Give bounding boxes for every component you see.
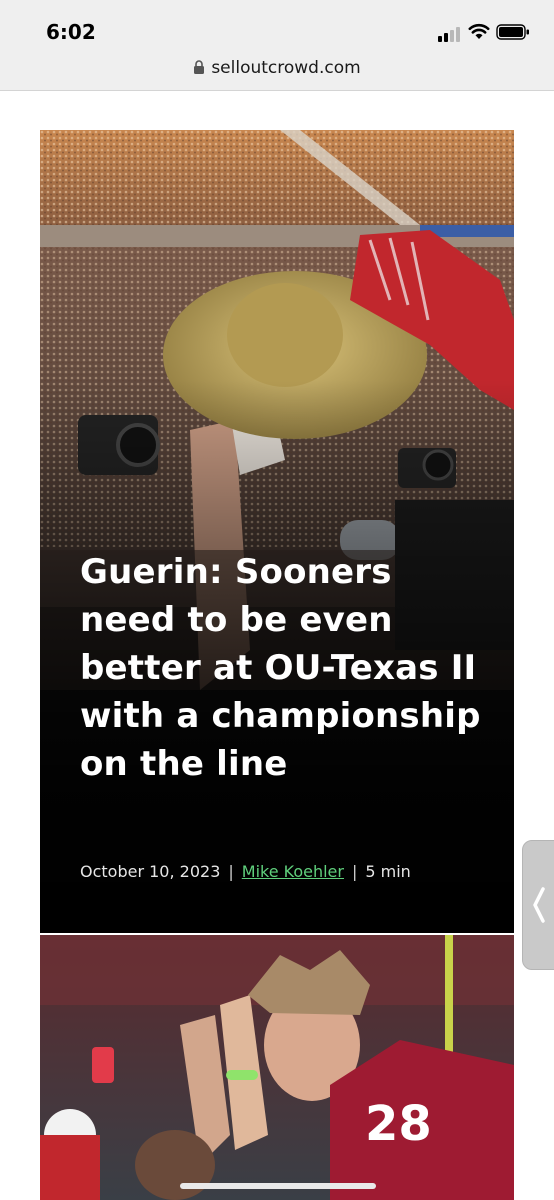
author-link[interactable]: Mike Koehler — [242, 862, 344, 881]
meta-separator: | — [228, 862, 234, 881]
address-bar[interactable]: selloutcrowd.com — [0, 58, 554, 82]
featured-article-card[interactable]: Guerin: Sooners need to be even better a… — [40, 130, 514, 933]
article-hero-image — [40, 130, 514, 933]
jersey-number: 28 — [365, 1096, 432, 1152]
article-meta: October 10, 2023 | Mike Koehler | 5 min — [80, 862, 411, 881]
meta-separator: | — [351, 862, 358, 881]
side-panel-handle[interactable] — [522, 840, 554, 970]
article-image: 28 — [40, 935, 514, 1200]
home-indicator[interactable] — [180, 1183, 376, 1189]
browser-chrome: 6:02 selloutcrowd.com — [0, 0, 554, 91]
article-date: October 10, 2023 — [80, 862, 221, 881]
article-headline[interactable]: Guerin: Sooners need to be even better a… — [80, 548, 490, 788]
wifi-icon — [468, 23, 490, 39]
signal-icon — [438, 24, 464, 42]
lock-icon — [194, 60, 205, 74]
battery-icon — [496, 24, 529, 40]
status-time: 6:02 — [46, 20, 96, 44]
chevron-left-icon — [533, 887, 545, 923]
article-card[interactable]: 28 — [40, 935, 514, 1200]
read-time: 5 min — [365, 862, 411, 881]
url-text: selloutcrowd.com — [211, 58, 361, 78]
